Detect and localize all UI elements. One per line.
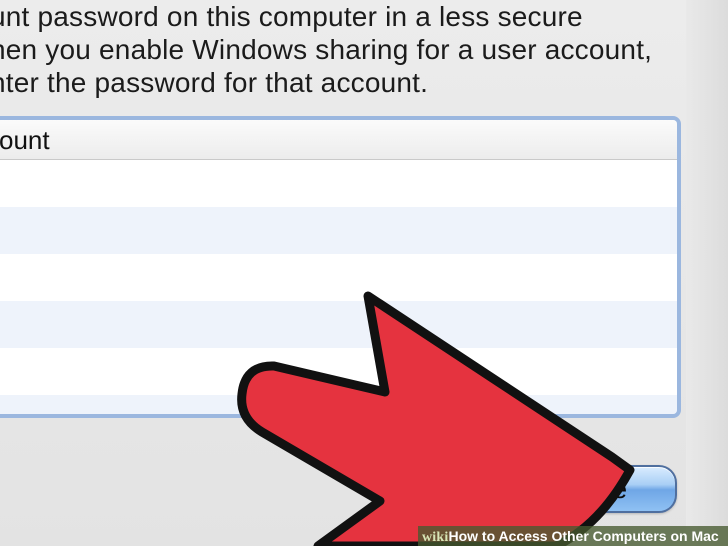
- table-header[interactable]: count: [0, 120, 677, 160]
- description-line-2: hen you enable Windows sharing for a use…: [0, 34, 653, 65]
- done-button[interactable]: Done: [515, 465, 677, 513]
- watermark-title: to Access Other Computers on Mac: [478, 528, 719, 544]
- table-row[interactable]: [0, 207, 677, 254]
- table-row[interactable]: [0, 160, 677, 207]
- watermark-how: How: [448, 528, 479, 544]
- column-header-account[interactable]: count: [0, 125, 50, 155]
- table-row[interactable]: [0, 348, 677, 395]
- description-line-1: unt password on this computer in a less …: [0, 1, 583, 32]
- watermark-brand: wiki: [422, 530, 449, 545]
- wikihow-watermark: wikiHow to Access Other Computers on Mac: [418, 526, 728, 546]
- accounts-table[interactable]: count: [0, 116, 681, 418]
- table-row[interactable]: [0, 301, 677, 348]
- description-line-3: nter the password for that account.: [0, 67, 429, 98]
- sharing-description: unt password on this computer in a less …: [0, 0, 700, 99]
- table-row[interactable]: [0, 254, 677, 301]
- table-row[interactable]: [0, 395, 677, 414]
